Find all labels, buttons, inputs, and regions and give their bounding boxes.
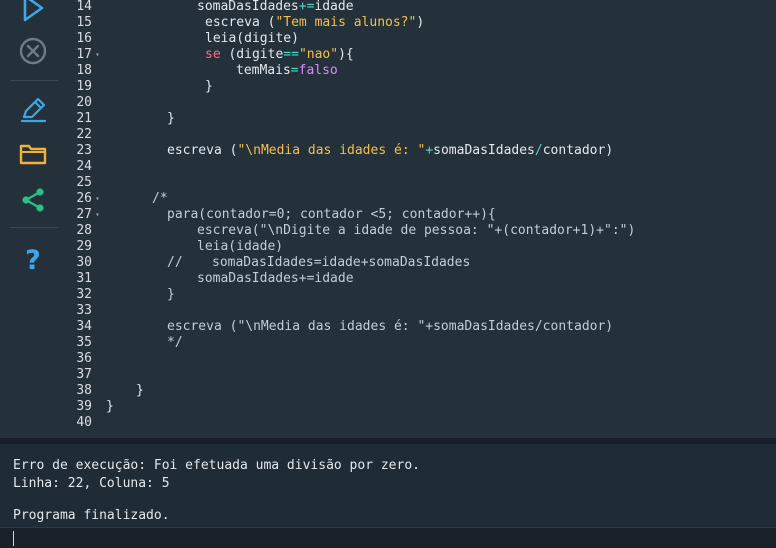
edit-button[interactable] [0,90,66,130]
play-icon [23,0,44,22]
line-number: 19 [76,79,92,94]
code-line: } [205,79,213,94]
line-number: 35 [76,335,92,350]
pencil-icon [20,97,47,123]
console-input[interactable] [0,527,776,548]
help-icon: ? [25,244,41,276]
line-number: 26 [76,191,92,206]
line-number: 34 [76,319,92,334]
line-number-gutter: 14 15 16 17 ▾ 18 19 20 21 22 23 24 25 26 ▾ 27 ▾ 28 29 30 31 3… [66,0,110,438]
line-number: 14 [76,0,92,14]
folder-icon [19,144,47,165]
code-line: se (digite=="nao"){ [205,47,354,62]
line-number: 25 [76,175,92,190]
line-number: 20 [76,95,92,110]
line-number: 21 [76,111,92,126]
line-number: 31 [76,271,92,286]
line-number: 15 [76,15,92,30]
line-number: 29 [76,239,92,254]
code-line: leia(digite) [205,31,299,46]
comment-line: */ [167,335,183,350]
line-number: 33 [76,303,92,318]
comment-line: /* [152,191,168,206]
comment-line: escreva ("\nMedia das idades é: "+somaDa… [167,319,614,334]
console-output: Erro de execução: Foi efetuada uma divis… [0,444,776,548]
comment-line: // [167,255,183,270]
line-number: 39 [76,399,92,414]
run-button[interactable] [0,0,66,28]
line-number: 16 [76,31,92,46]
stop-icon [19,37,47,65]
code-line: } [136,383,144,398]
code-line: temMais=falso [236,63,338,78]
comment-line: escreva("\nDigite a idade de pessoa: "+(… [197,223,636,238]
share-icon [22,188,44,212]
line-number: 40 [76,415,92,430]
comment-line: somaDasIdades+=idade [197,271,354,286]
code-editor[interactable]: ? 14 15 16 17 ▾ 18 19 20 21 22 23 24 25 26 ▾ 27 ▾ 28 29 30 3… [0,0,776,438]
line-number: 37 [76,367,92,382]
code-line: somaDasIdades+=idade [197,0,354,14]
files-button[interactable] [0,134,66,174]
fold-toggle-icon[interactable]: ▾ [95,47,100,63]
line-number: 23 [76,143,92,158]
error-position: Linha: 22, Coluna: 5 [13,476,170,491]
fold-toggle-icon[interactable]: ▾ [95,191,100,207]
stop-button[interactable] [0,31,66,71]
comment-line: leia(idade) [197,239,284,254]
line-number: 30 [76,255,92,270]
fold-toggle-icon[interactable]: ▾ [95,207,100,223]
line-number: 17 [76,47,92,62]
line-number: 36 [76,351,92,366]
code-line: escreva ("\nMedia das idades é: "+somaDa… [167,143,614,158]
line-number: 28 [76,223,92,238]
error-message: Erro de execução: Foi efetuada uma divis… [13,458,420,473]
comment-line: } [167,287,175,302]
sidebar-divider [10,227,58,228]
code-line: } [167,111,175,126]
comment-line: para(contador=0; contador <5; contador++… [167,207,496,222]
sidebar-toolbar: ? [0,0,66,438]
sidebar-divider [10,80,58,81]
text-caret [13,531,14,546]
share-button[interactable] [0,180,66,220]
line-number: 32 [76,287,92,302]
line-number: 24 [76,159,92,174]
line-number: 22 [76,127,92,142]
comment-line: somaDasIdades=idade+somaDasIdades [212,255,471,270]
code-line: escreva ("Tem mais alunos?") [205,15,425,30]
line-number: 18 [76,63,92,78]
program-status: Programa finalizado. [13,508,170,523]
help-button[interactable]: ? [0,240,66,280]
code-text[interactable]: somaDasIdades+=idade escreva ("Tem mais … [106,0,768,438]
line-number: 38 [76,383,92,398]
code-line: } [106,399,114,414]
line-number: 27 [76,207,92,222]
